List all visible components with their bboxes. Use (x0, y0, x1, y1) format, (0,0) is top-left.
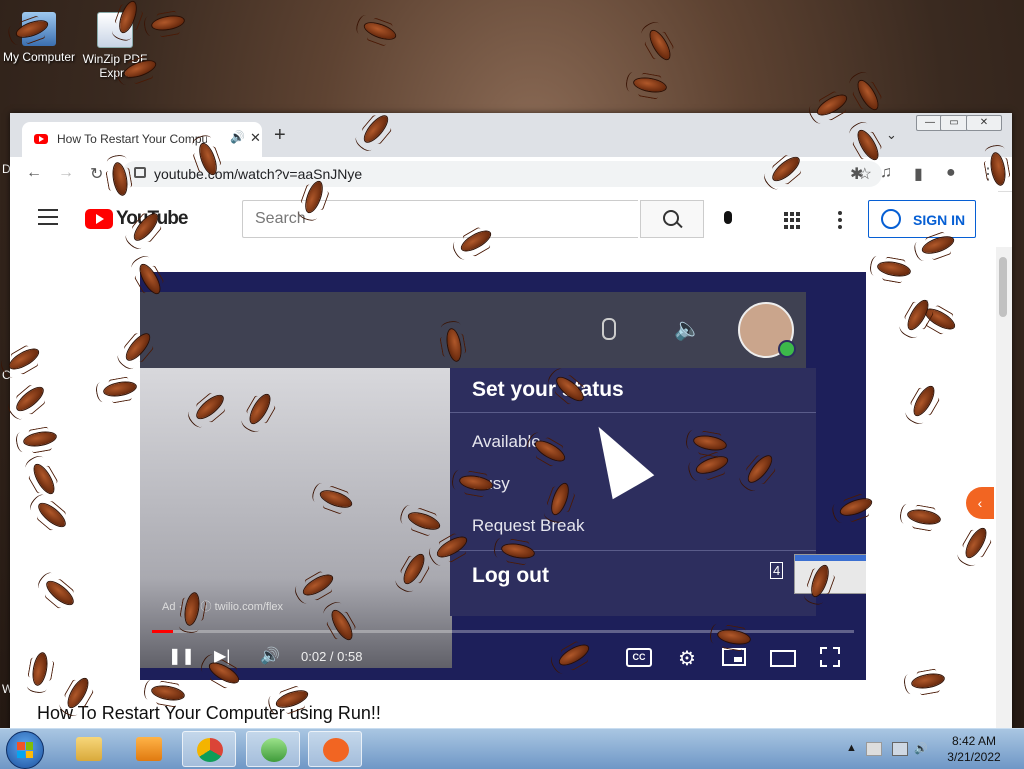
orange-app-icon (323, 738, 349, 762)
taskbar-chrome[interactable] (182, 731, 236, 767)
profile-icon[interactable]: ● (946, 164, 956, 182)
settings-gear-icon[interactable]: ⚙ (678, 646, 696, 671)
video-frame-count-badge: 4 (770, 562, 784, 579)
youtube-logo-icon[interactable] (85, 209, 113, 229)
video-frame-mic-icon (602, 318, 616, 340)
video-frame-avatar (738, 302, 796, 358)
settings-menu-icon[interactable] (838, 211, 842, 232)
clock-time: 8:42 AM (951, 734, 997, 748)
cockroach-sprite (642, 23, 678, 67)
folder-icon (76, 737, 102, 761)
pause-button[interactable]: ❚❚ (168, 646, 195, 666)
lock-icon (134, 167, 146, 178)
browser-window: How To Restart Your Compu 🔊 ✕ + ⌄ — ▭ ✕ … (10, 113, 1012, 730)
extensions-icon[interactable]: ✱ (850, 164, 863, 184)
my-computer-label: My Computer (2, 50, 76, 64)
new-tab-button[interactable]: + (274, 125, 286, 145)
forward-button[interactable]: → (58, 164, 74, 182)
logout-option: Log out (472, 564, 549, 587)
speaker-icon[interactable]: 🔊 (230, 130, 245, 144)
hamburger-menu-icon[interactable] (38, 209, 58, 230)
scrollbar-thumb[interactable] (999, 257, 1007, 317)
sign-in-button[interactable]: SIGN IN (868, 200, 976, 238)
network-icon[interactable] (892, 742, 908, 756)
taskbar: ▲ 🔊 8:42 AM 3/21/2022 (0, 728, 1024, 769)
media-player-icon (136, 737, 162, 761)
account-icon (881, 209, 901, 229)
video-frame-status-menu: Set your status Available Busy Request B… (450, 368, 816, 616)
cockroach-sprite (629, 73, 672, 98)
tab-search-button[interactable]: ⌄ (886, 127, 897, 143)
reload-button[interactable]: ↻ (90, 164, 103, 184)
chrome-icon (197, 738, 223, 762)
search-button[interactable] (640, 200, 704, 238)
taskbar-avast-app[interactable] (308, 731, 362, 767)
status-option: Request Break (472, 516, 585, 535)
captions-button[interactable]: CC (626, 648, 652, 667)
browser-toolbar: ← → ↻ youtube.com/watch?v=aaSnJNye ☆ ✱ ♫… (10, 157, 1012, 192)
tab-title: How To Restart Your Compu (57, 132, 207, 146)
video-frame-speaker-icon: 🔈 (674, 316, 702, 341)
action-center-icon[interactable] (866, 742, 882, 756)
clock-date: 3/21/2022 (947, 750, 1001, 764)
video-title: How To Restart Your Computer using Run!! (37, 703, 381, 723)
side-panel-icon[interactable]: ▮ (914, 164, 923, 184)
progress-fill (152, 630, 174, 633)
volume-button[interactable]: 🔊 (260, 646, 280, 666)
url-text: youtube.com/watch?v=aaSnJNye (154, 166, 363, 182)
volume-tray-icon[interactable]: 🔊 (914, 742, 928, 755)
fullscreen-button[interactable] (820, 647, 840, 667)
miniplayer-button[interactable] (722, 648, 746, 666)
time-display: 0:02 / 0:58 (301, 649, 363, 664)
tab-youtube-video[interactable]: How To Restart Your Compu 🔊 ✕ (22, 122, 262, 157)
voice-search-icon[interactable] (724, 211, 732, 224)
windows-logo-icon (17, 742, 33, 758)
taskbar-media-player[interactable] (122, 731, 176, 767)
close-window-button[interactable]: ✕ (966, 115, 1002, 131)
search-icon (663, 210, 679, 226)
taskbar-explorer[interactable] (62, 731, 116, 767)
taskbar-security-app[interactable] (246, 731, 300, 767)
youtube-favicon-icon (34, 134, 48, 144)
back-button[interactable]: ← (26, 164, 42, 182)
restore-button[interactable]: ▭ (940, 115, 968, 131)
shield-icon (261, 738, 287, 762)
start-button[interactable] (6, 731, 44, 769)
system-clock[interactable]: 8:42 AM 3/21/2022 (942, 733, 1006, 765)
cockroach-sprite (358, 16, 402, 47)
show-hidden-icons-button[interactable]: ▲ (846, 742, 857, 754)
cockroach-sprite (850, 73, 886, 117)
tab-close-icon[interactable]: ✕ (250, 130, 261, 146)
sign-in-label: SIGN IN (913, 212, 966, 228)
side-tab-arrow-icon[interactable]: ‹ (966, 487, 994, 519)
media-control-icon[interactable]: ♫ (880, 164, 892, 182)
video-frame-topbar (140, 292, 806, 368)
page-scrollbar[interactable] (996, 247, 1012, 730)
apps-grid-icon[interactable] (784, 212, 801, 229)
cockroach-sprite (147, 11, 190, 36)
theater-mode-button[interactable] (770, 650, 796, 667)
